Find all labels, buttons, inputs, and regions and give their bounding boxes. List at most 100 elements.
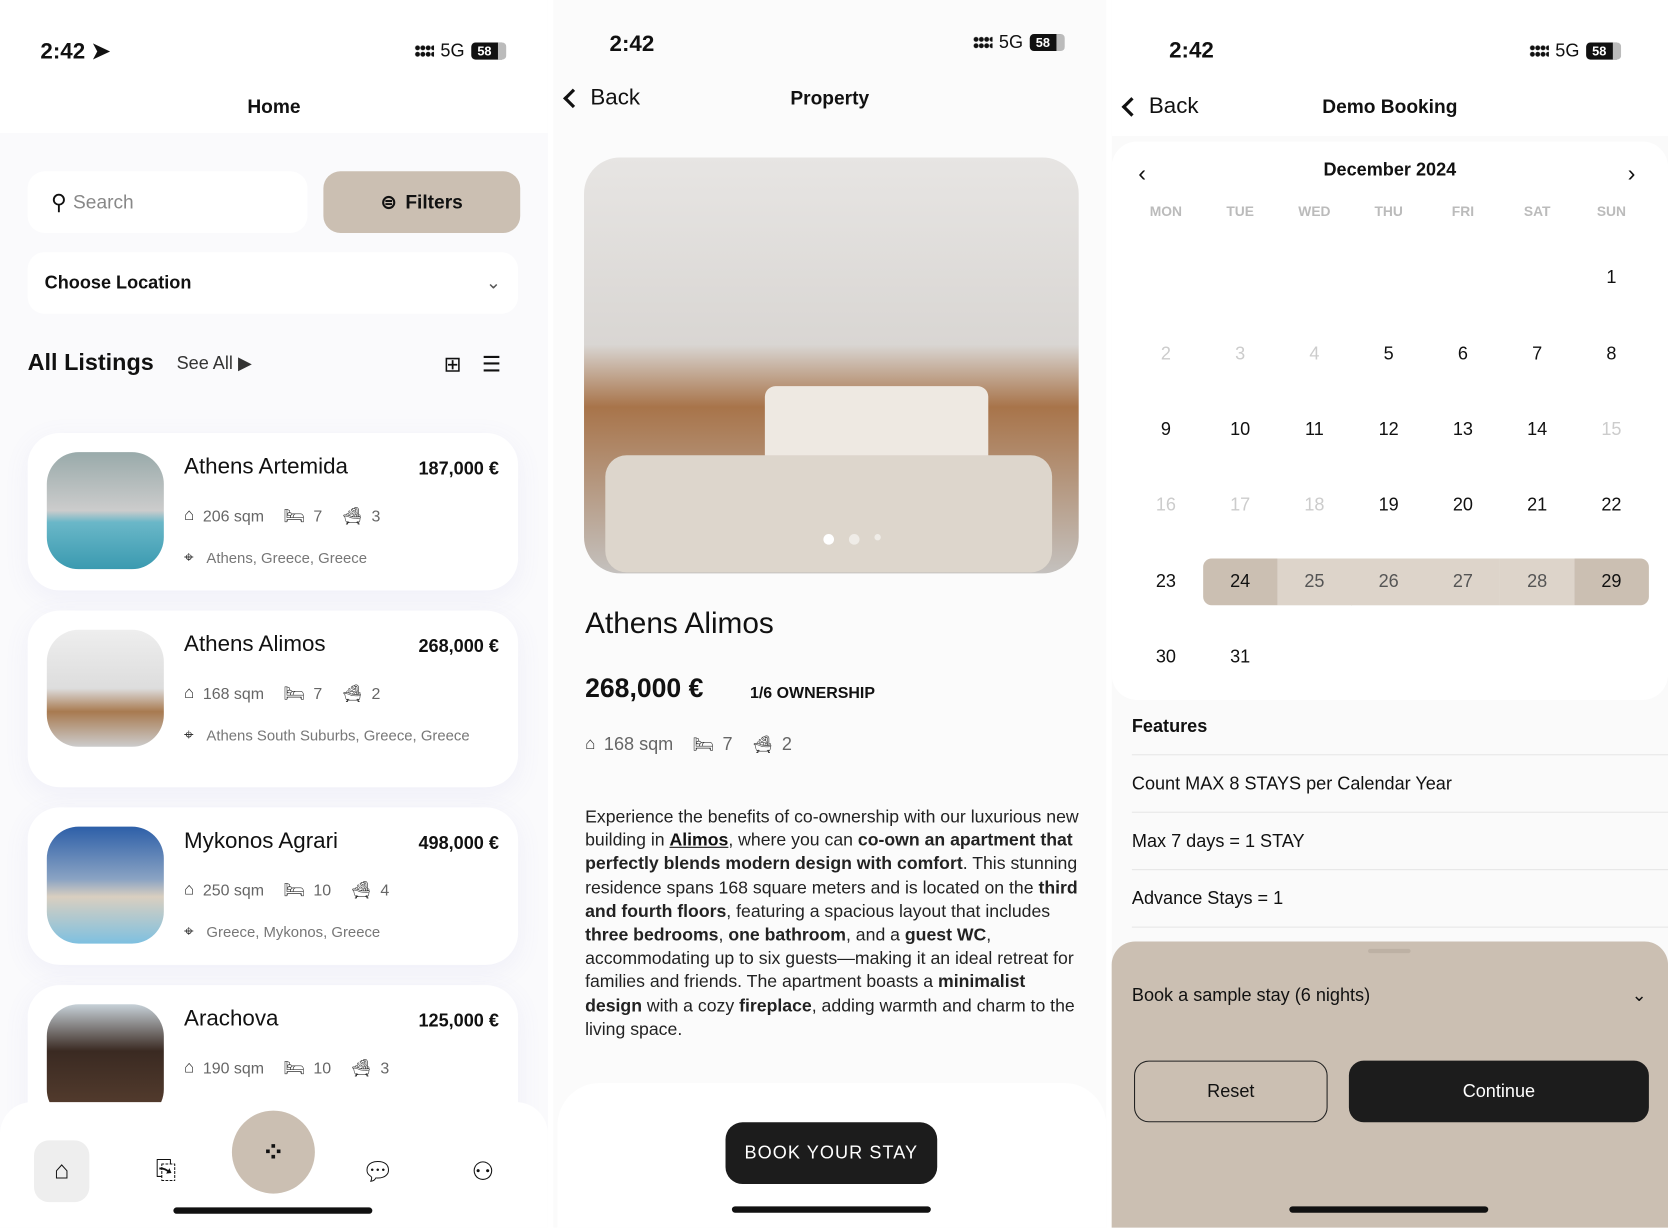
property-stats: ⌂ 168 sqm 🛏︎ 7 🛁︎ 2: [585, 734, 792, 755]
calendar-day: 4: [1309, 343, 1320, 364]
description-text: , and a: [846, 924, 905, 945]
calendar-day[interactable]: 23: [1129, 558, 1203, 605]
bed-icon: 🛏︎: [283, 881, 305, 900]
listing-card[interactable]: Athens Alimos 268,000 € ⌂ 168 sqm 🛏︎ 7 🛁︎ 2…: [27, 610, 519, 788]
house-icon: ⌂: [184, 1058, 195, 1077]
filters-button[interactable]: ⊜ Filters: [323, 171, 521, 233]
calendar-day[interactable]: 9: [1129, 406, 1203, 453]
weekday-label: MON: [1149, 203, 1183, 220]
calendar-day[interactable]: 22: [1574, 482, 1648, 529]
tab-home-icon[interactable]: ⌂: [34, 1140, 90, 1203]
page-title: Demo Booking: [1322, 95, 1458, 118]
reset-button[interactable]: Reset: [1134, 1060, 1328, 1123]
location-link[interactable]: Alimos: [669, 830, 728, 850]
house-icon: ⌂: [184, 506, 195, 525]
location-select[interactable]: Choose Location ⌄: [27, 252, 519, 314]
bed-icon: 🛏︎: [283, 507, 305, 526]
listing-name: Mykonos Agrari: [184, 828, 339, 854]
property-price: 268,000 €: [585, 673, 704, 704]
calendar-day: 16: [1155, 494, 1176, 515]
status-time: 2:42 ➤: [40, 39, 111, 64]
listing-price: 125,000 €: [418, 1010, 499, 1031]
listing-name: Athens Artemida: [184, 454, 348, 479]
battery-icon: 58: [470, 42, 507, 60]
tab-chat-icon[interactable]: 💬︎: [350, 1140, 405, 1202]
calendar-day[interactable]: 1: [1574, 254, 1648, 301]
calendar-day[interactable]: 20: [1426, 482, 1500, 529]
section-title: All Listings: [27, 348, 154, 376]
feature-item: Advance Stays = 1: [1131, 870, 1668, 928]
continue-button[interactable]: Continue: [1348, 1060, 1649, 1123]
listing-price: 268,000 €: [418, 636, 499, 657]
feature-item: Max 7 days = 1 STAY: [1131, 813, 1668, 871]
see-all-link[interactable]: See All ▶: [177, 353, 252, 374]
status-icons: 5G 58: [414, 40, 507, 61]
description-text: guest WC: [904, 924, 987, 945]
calendar-day[interactable]: 14: [1500, 406, 1574, 453]
calendar-day[interactable]: 30: [1129, 634, 1203, 681]
status-icons: 5G 58: [973, 32, 1065, 53]
calendar-day[interactable]: 13: [1426, 406, 1500, 453]
tab-grid-icon[interactable]: ⁘: [231, 1110, 315, 1194]
filters-label: Filters: [405, 190, 463, 213]
location-arrow-icon: ➤: [91, 39, 111, 64]
bed-icon: 🛏︎: [283, 685, 305, 704]
calendar-day[interactable]: 5: [1351, 331, 1425, 378]
calendar-day[interactable]: 25: [1277, 558, 1352, 606]
listing-card[interactable]: Athens Artemida 187,000 € ⌂ 206 sqm 🛏︎ 7 🛁…: [27, 432, 519, 591]
search-input[interactable]: ⚲ Search: [27, 171, 308, 233]
calendar-day[interactable]: 26: [1351, 558, 1426, 606]
tab-bookmark-icon[interactable]: ⎘: [138, 1140, 193, 1202]
home-indicator: [731, 1206, 931, 1213]
bathtub-icon: 🛁︎: [751, 736, 774, 755]
network-label: 5G: [440, 40, 465, 61]
list-view-icon[interactable]: ☰: [482, 351, 501, 378]
carousel-dots[interactable]: [823, 534, 881, 545]
book-your-stay-button[interactable]: BOOK YOUR STAY: [725, 1122, 938, 1185]
play-arrow-icon: ▶: [237, 353, 252, 374]
bed-icon: 🛏︎: [283, 1059, 305, 1078]
listing-card[interactable]: Mykonos Agrari 498,000 € ⌂ 250 sqm 🛏︎ 10 🛁…: [27, 807, 519, 965]
calendar-day[interactable]: 12: [1351, 406, 1425, 453]
calendar-day[interactable]: 11: [1277, 406, 1351, 453]
network-label: 5G: [1555, 40, 1580, 61]
status-icons: 5G 58: [1529, 40, 1622, 61]
calendar-day[interactable]: 10: [1203, 406, 1277, 453]
listing-stats: ⌂ 206 sqm 🛏︎ 7 🛁︎ 3: [184, 506, 381, 526]
weekday-label: THU: [1374, 203, 1403, 220]
calendar-day[interactable]: 8: [1574, 331, 1648, 378]
weekday-label: TUE: [1226, 203, 1255, 220]
calendar-day[interactable]: 27: [1425, 558, 1501, 606]
calendar-day[interactable]: 19: [1351, 482, 1425, 529]
calendar-day[interactable]: 7: [1500, 331, 1574, 378]
calendar-day[interactable]: 24: [1202, 558, 1278, 606]
search-icon: ⚲: [51, 190, 67, 215]
sheet-handle[interactable]: [1368, 948, 1411, 954]
description-text: , where you can: [728, 829, 858, 851]
ownership-label: 1/6 OWNERSHIP: [749, 684, 876, 703]
search-placeholder: Search: [73, 190, 134, 213]
description-text: with a cozy: [641, 995, 740, 1016]
tab-profile-icon[interactable]: ⚇: [455, 1140, 510, 1202]
calendar-day[interactable]: 31: [1203, 634, 1277, 681]
listing-stats: ⌂ 250 sqm 🛏︎ 10 🛁︎ 4: [184, 880, 390, 900]
calendar-day[interactable]: 21: [1500, 482, 1574, 529]
calendar-day: 3: [1235, 343, 1246, 364]
calendar-day[interactable]: 29: [1574, 558, 1649, 606]
features-title: Features: [1131, 715, 1208, 737]
signal-icon: [1529, 44, 1549, 58]
status-time: 2:42: [1169, 38, 1214, 63]
listing-location: ⌖ Greece, Mykonos, Greece: [184, 923, 381, 942]
property-photo[interactable]: [584, 157, 1079, 574]
weekday-label: SAT: [1523, 203, 1551, 220]
description-text: ,: [718, 924, 729, 945]
home-indicator: [173, 1207, 373, 1214]
stay-option-select[interactable]: Book a sample stay (6 nights) ⌄: [1132, 985, 1647, 1006]
house-icon: ⌂: [585, 735, 596, 754]
grid-view-icon[interactable]: ⊞: [444, 351, 462, 378]
month-label: December 2024: [1323, 159, 1457, 180]
bed-icon: 🛏︎: [692, 736, 715, 755]
calendar-day: 15: [1601, 419, 1622, 440]
calendar-day[interactable]: 28: [1499, 558, 1575, 606]
calendar-day[interactable]: 6: [1426, 331, 1500, 378]
